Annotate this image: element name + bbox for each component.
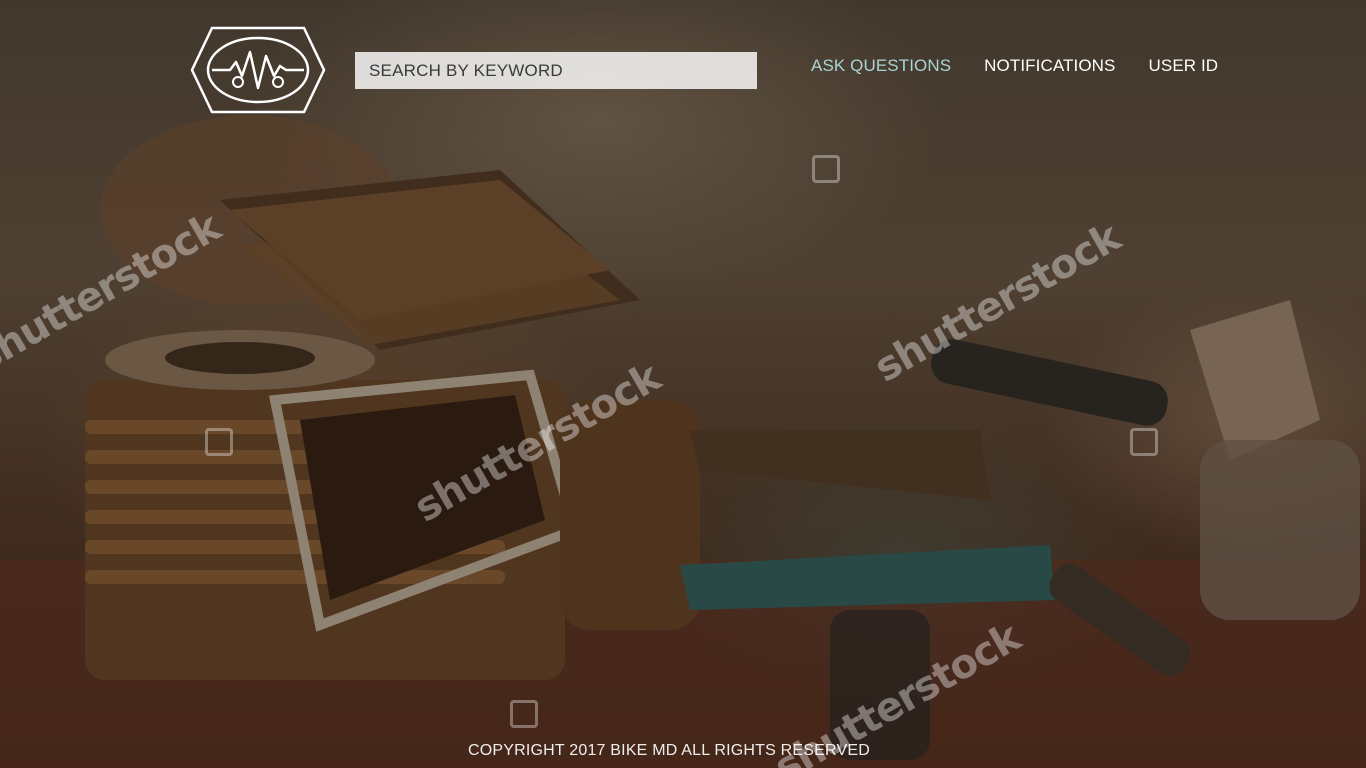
nav-notifications[interactable]: NOTIFICATIONS bbox=[984, 56, 1115, 76]
nav-user-id[interactable]: USER ID bbox=[1149, 56, 1219, 76]
watermark-icon bbox=[1130, 428, 1158, 456]
watermark-icon bbox=[205, 428, 233, 456]
footer-copyright: COPYRIGHT 2017 BIKE MD ALL RIGHTS RESERV… bbox=[467, 742, 870, 759]
heartbeat-hexagon-logo-icon[interactable] bbox=[190, 26, 326, 114]
search-box[interactable] bbox=[355, 52, 757, 89]
top-header: ASK QUESTIONS NOTIFICATIONS USER ID bbox=[0, 0, 1366, 120]
top-nav: ASK QUESTIONS NOTIFICATIONS USER ID bbox=[811, 56, 1218, 76]
landing-page: shutterstock shutterstock shutterstock s… bbox=[0, 0, 1366, 768]
watermark-icon bbox=[510, 700, 538, 728]
search-input[interactable] bbox=[369, 60, 743, 81]
watermark-icon bbox=[812, 155, 840, 183]
nav-ask-questions[interactable]: ASK QUESTIONS bbox=[811, 56, 951, 76]
